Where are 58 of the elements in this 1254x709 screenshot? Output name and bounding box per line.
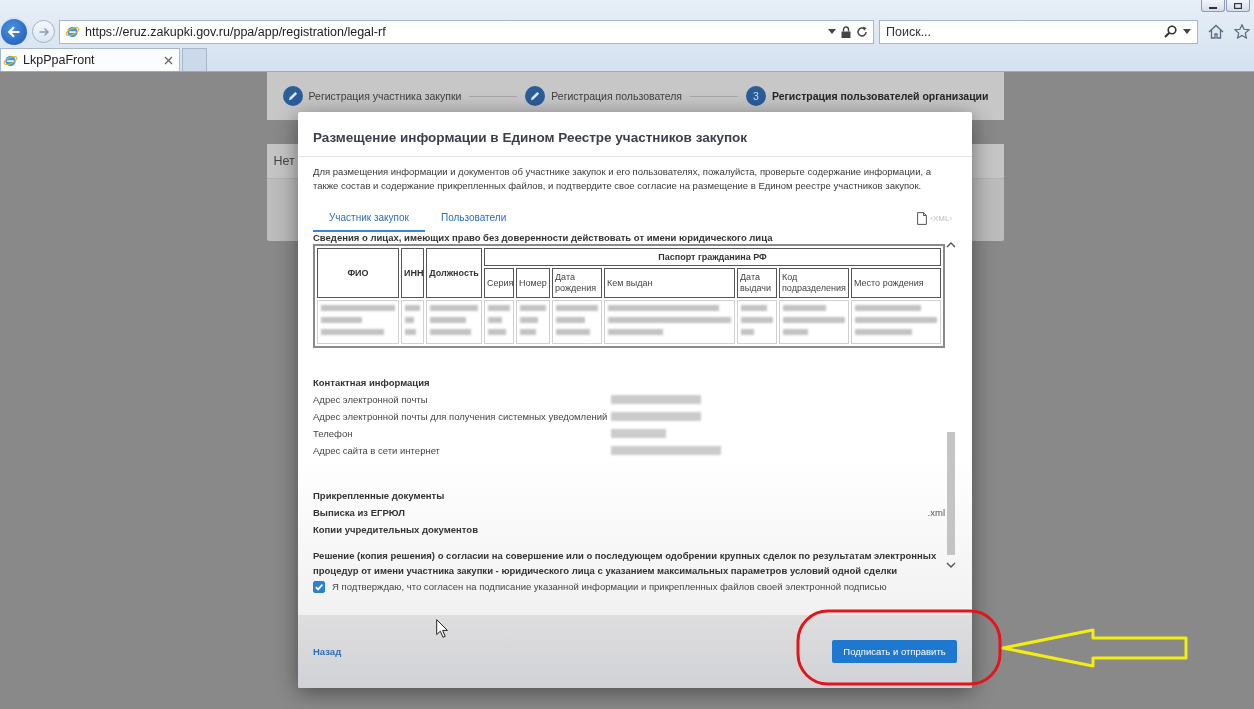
search-box[interactable]: Поиск...: [879, 19, 1198, 44]
check-icon: [314, 582, 324, 592]
home-icon[interactable]: [1208, 24, 1224, 39]
checkbox[interactable]: [313, 581, 325, 593]
dialog-title: Размещение информации в Едином Реестре участников закупок: [313, 129, 748, 145]
step-label: Регистрация пользователя: [551, 90, 683, 102]
column-header: Дата рождения: [552, 268, 602, 298]
column-header: Номер: [516, 268, 550, 298]
column-header: Кем выдан: [604, 268, 735, 298]
maximize-button[interactable]: [1226, 0, 1250, 12]
column-header: ИНН: [401, 248, 424, 298]
document-name: Копии учредительных документов: [313, 523, 478, 537]
back-link[interactable]: Назад: [313, 646, 342, 657]
browser-tab[interactable]: LkpPpaFront: [0, 48, 180, 71]
browser-logo-icon: [65, 24, 80, 39]
step-number: 3: [745, 86, 766, 106]
document-name: Выписка из ЕГРЮЛ: [313, 506, 405, 520]
refresh-icon[interactable]: [856, 25, 868, 38]
maximize-icon: [1234, 2, 1242, 9]
checkbox-label: Я подтверждаю, что согласен на подписание указанной информации и прикрепленных файлов своей электронной подписью: [332, 580, 887, 594]
column-header: Серия: [484, 268, 514, 298]
document-icon[interactable]: [917, 212, 928, 225]
column-header: ФИО: [317, 248, 399, 298]
column-header: Должность: [426, 248, 482, 298]
mouse-cursor-icon: [436, 619, 448, 638]
document-name: Решение (копия решения) о согласии на совершение или о последующем одобрении крупных сделок по результатам электронных процедур от имени участника закупки - юридического лица с указанием максимальных параметров условий одной сделки: [313, 549, 938, 578]
section-heading: Прикрепленные документы: [313, 489, 446, 503]
back-button[interactable]: [0, 16, 29, 47]
minimize-button[interactable]: [1201, 0, 1225, 12]
caret-icon[interactable]: [1183, 29, 1191, 34]
caret-icon[interactable]: [828, 29, 836, 34]
lock-icon[interactable]: [841, 25, 851, 38]
card-text: Нет: [273, 154, 295, 168]
column-group-header: Паспорт гражданина РФ: [484, 248, 942, 266]
submit-button[interactable]: Подписать и отправить: [832, 640, 957, 663]
field-label: Телефон: [313, 427, 354, 441]
column-header: Код подразделения: [779, 268, 849, 298]
column-header: Место рождения: [851, 268, 942, 298]
tab[interactable]: Участник закупок: [313, 205, 425, 232]
section-title: Сведения о лицах, имеющих право без доверенности действовать от имени юридического лица: [313, 232, 774, 244]
address-bar[interactable]: https://eruz.zakupki.gov.ru/ppa/app/registration/legal-rf: [59, 19, 874, 44]
field-label: Адрес электронной почты: [313, 393, 429, 407]
close-icon[interactable]: [164, 55, 173, 65]
section-heading: Контактная информация: [313, 376, 431, 390]
scrollbar-thumb[interactable]: [947, 432, 955, 555]
step-label: Регистрация пользователей организации: [771, 90, 989, 102]
field-label: Адрес сайта в сети интернет: [313, 444, 441, 458]
column-header: Дата выдачи: [737, 268, 777, 298]
dialog-description: Для размещения информации и документов об участнике закупок и его пользователях, пожалуйста, проверьте содержание информации, а также состав и содержание прикрепленных файлов, и подтвердите свое согласие на размещение в Едином реестре участников закупок.: [312, 165, 932, 193]
tab[interactable]: Пользователи: [424, 205, 523, 232]
arrow-right-icon: [37, 25, 50, 38]
file-name: .xml: [927, 506, 945, 520]
star-icon[interactable]: [1234, 24, 1250, 39]
search-icon[interactable]: [1164, 25, 1177, 38]
field-label: Адрес электронной почты для получения системных уведомлений: [313, 410, 608, 424]
step-label: Регистрация участника закупки: [308, 90, 462, 102]
search-input[interactable]: Поиск...: [886, 24, 1158, 39]
url-input[interactable]: https://eruz.zakupki.gov.ru/ppa/app/registration/legal-rf: [85, 24, 823, 39]
